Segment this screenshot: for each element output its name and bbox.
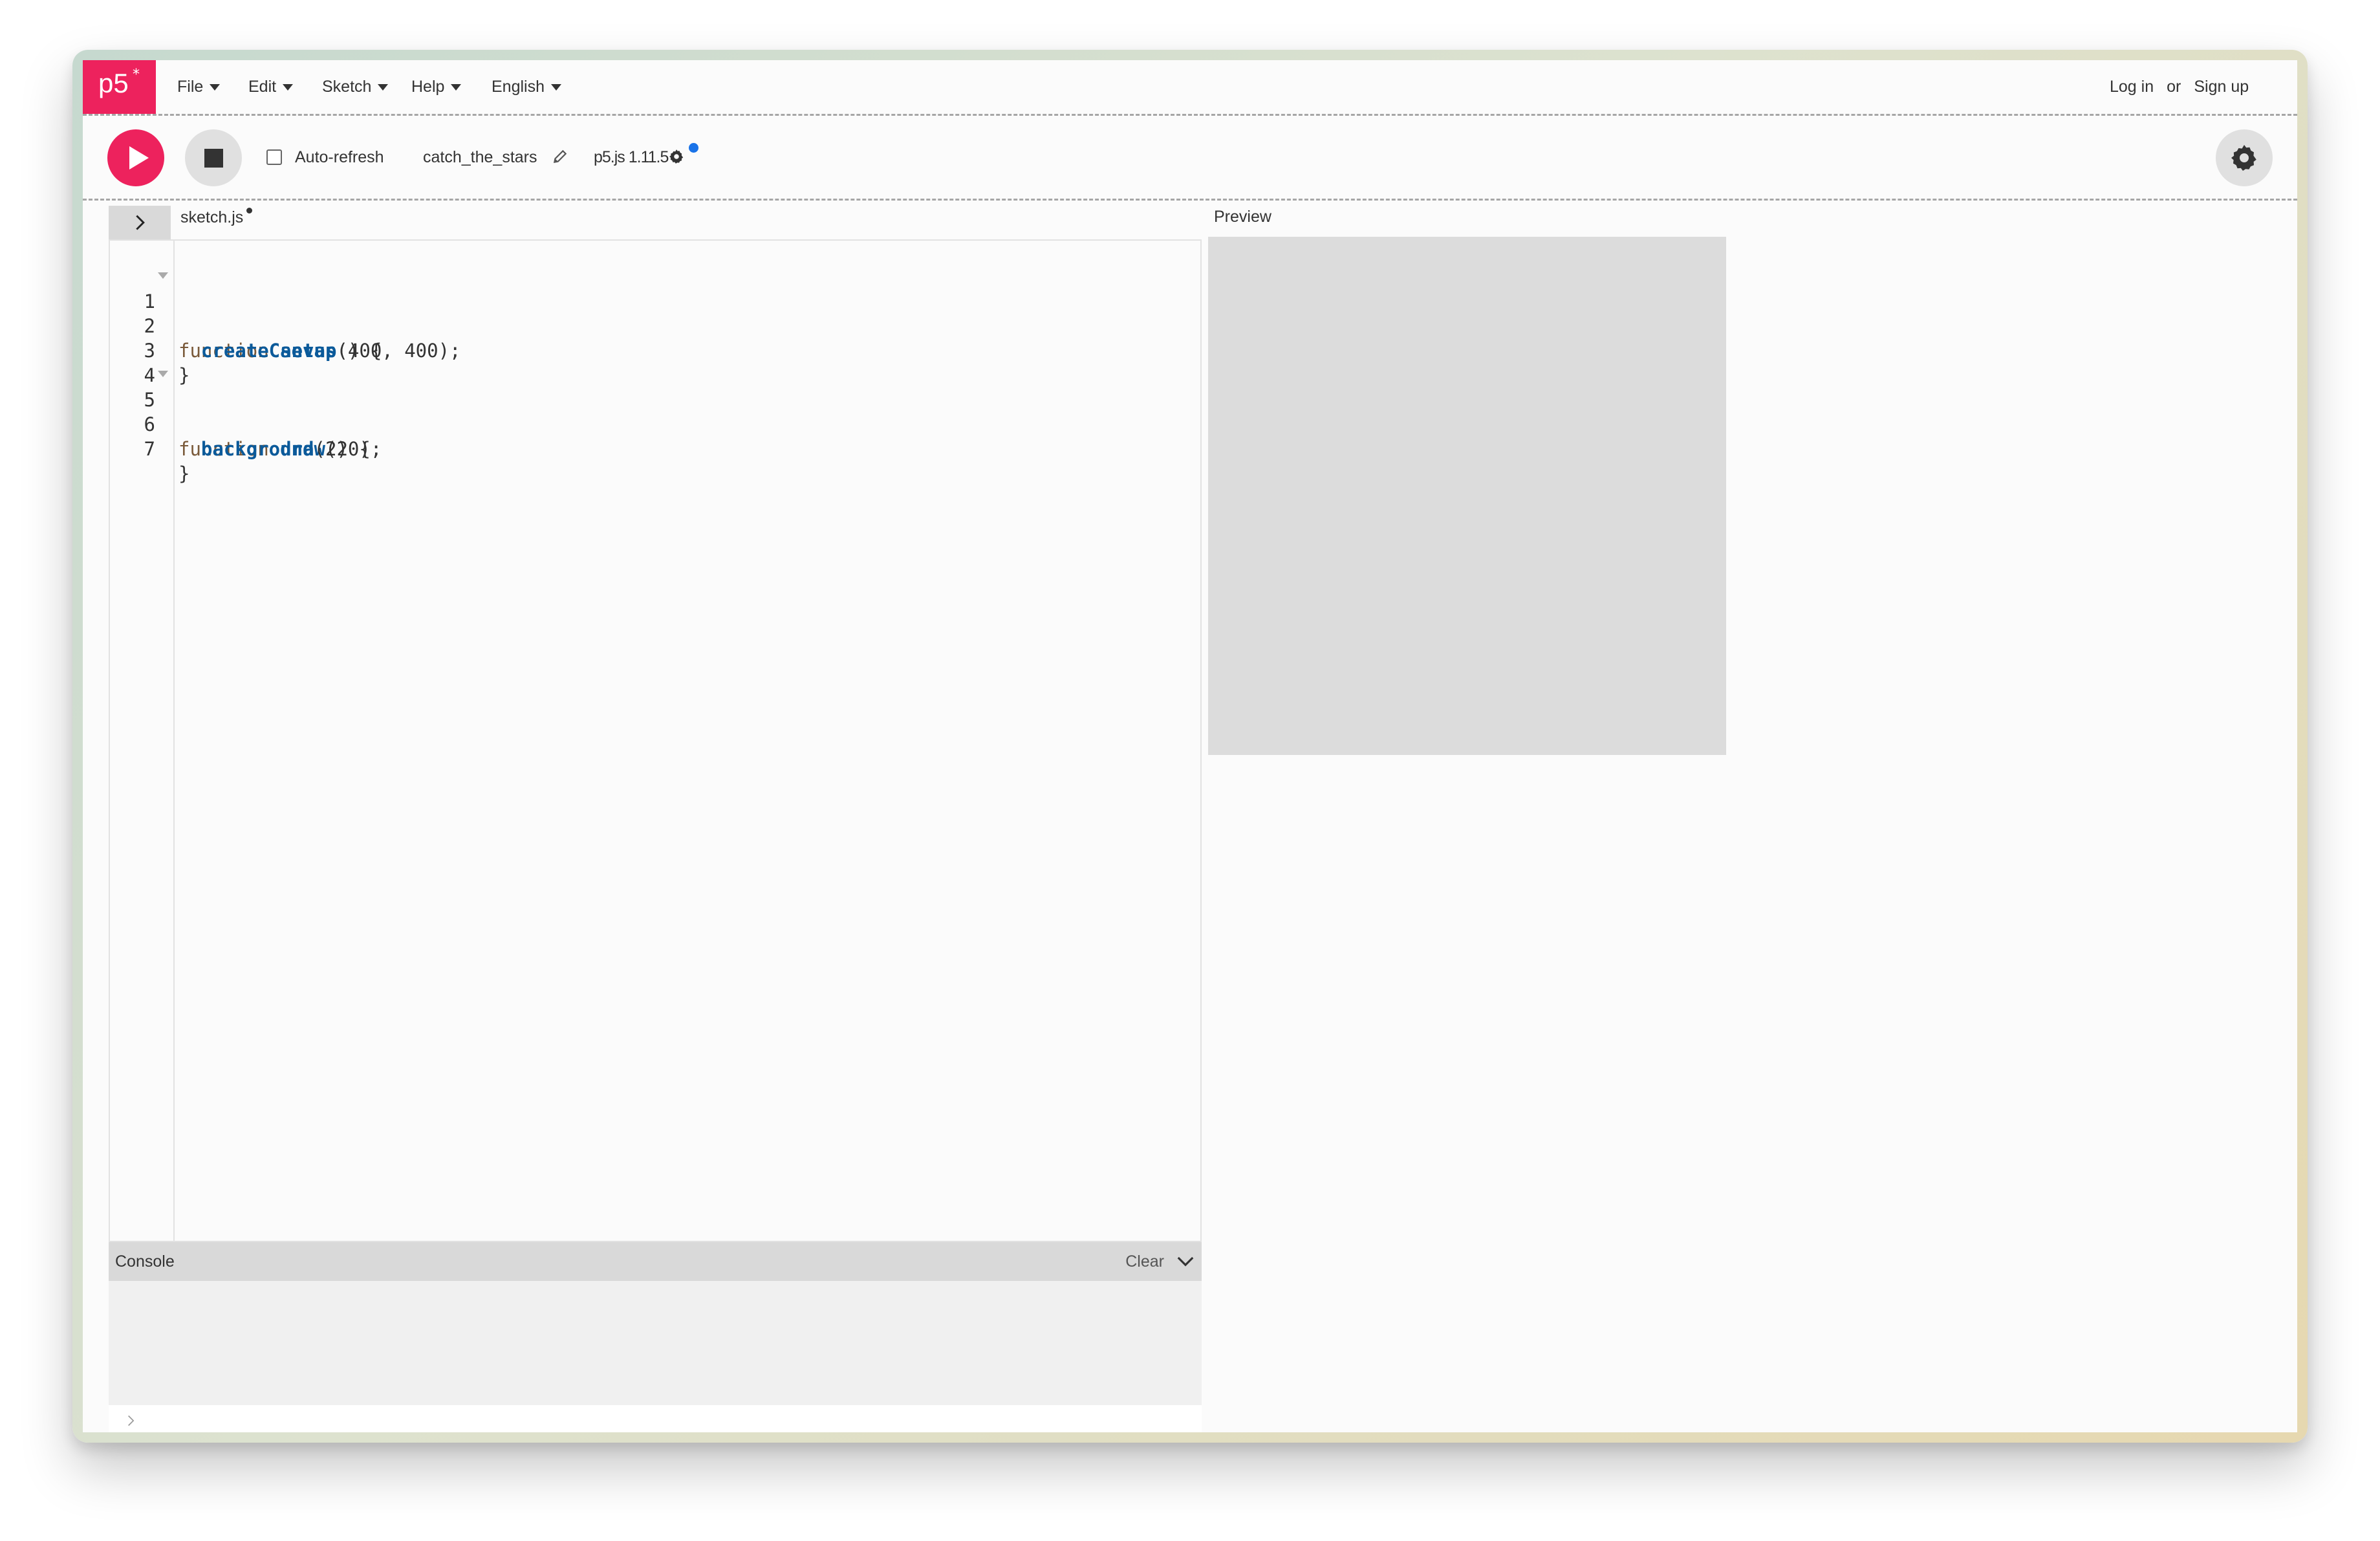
code-rest: (220); [314,438,382,460]
console-output [109,1281,1202,1405]
chevron-right-icon [136,215,145,230]
or-text: or [2167,78,2181,96]
menu-language-label: English [492,78,545,96]
auth-links: Log in or Sign up [2110,60,2249,114]
window-frame: p5 * File Edit Sketch Help English Log i… [72,50,2308,1443]
code-line[interactable]: 5 function draw() { [110,363,371,460]
chevron-down-icon [283,83,294,91]
code-line[interactable]: 4 [110,338,200,386]
code-editor[interactable]: 1 function setup() { 2 createCanvas(400,… [109,239,1202,1242]
code-line[interactable]: 2 createCanvas(400, 400); [110,289,461,362]
login-link[interactable]: Log in [2110,78,2154,96]
console-title: Console [115,1252,175,1271]
chevron-down-icon [451,83,462,91]
console-clear-button[interactable]: Clear [1125,1252,1164,1271]
menu-help-label: Help [411,78,445,96]
file-tab-label: sketch.js [180,208,244,226]
auto-refresh-label[interactable]: Auto-refresh [295,148,384,167]
console-input[interactable] [109,1405,1202,1432]
p5-editor-app: p5 * File Edit Sketch Help English Log i… [83,60,2297,1432]
logo-star: * [133,67,140,83]
chevron-down-icon [210,83,221,91]
code-rest: } [178,463,190,485]
sketch-name[interactable]: catch_the_stars [423,148,537,167]
menu-sketch-label: Sketch [322,78,372,96]
menu-sketch[interactable]: Sketch [322,60,389,114]
code-line[interactable]: 7 } [110,412,200,485]
sidebar-toggle-button[interactable] [109,206,171,239]
stop-button[interactable] [185,129,242,186]
console-header[interactable]: Console Clear [109,1242,1202,1281]
stop-icon [204,149,223,168]
code-line[interactable]: 6 background(220); [110,388,382,460]
toolbar: Auto-refresh catch_the_stars p5.js 1.11.… [83,116,2297,201]
menu-file-label: File [177,78,204,96]
function-name: background [200,438,314,460]
chevron-down-icon[interactable] [1176,1251,1195,1271]
menu-language[interactable]: English [492,60,561,114]
code-rest: (400, 400); [336,340,461,362]
line-number: 7 [144,438,155,460]
menu-file[interactable]: File [177,60,221,114]
function-name: createCanvas [200,340,337,362]
chevron-right-icon [128,1415,135,1426]
p5-version[interactable]: p5.js 1.11.5 [594,148,669,167]
fold-arrow-icon[interactable] [158,371,168,377]
menu-edit[interactable]: Edit [248,60,294,114]
fold-arrow-icon[interactable] [158,272,168,279]
play-icon [129,146,149,169]
settings-button[interactable] [2216,129,2273,186]
preview-canvas[interactable] [1208,237,1726,755]
logo-text: p5 [98,68,129,98]
signup-link[interactable]: Sign up [2194,78,2249,96]
menu-help[interactable]: Help [411,60,462,114]
chevron-down-icon [378,83,389,91]
chevron-down-icon [551,83,561,91]
code-line[interactable]: 1 function setup() { [110,265,382,362]
menu-edit-label: Edit [248,78,277,96]
code-line[interactable]: 3 } [110,314,200,386]
auto-refresh-checkbox[interactable] [266,149,282,165]
gear-icon[interactable] [668,148,685,165]
unsaved-indicator [689,143,698,153]
unsaved-dot [246,208,253,213]
file-tab[interactable]: sketch.js [180,208,253,227]
pencil-icon[interactable] [552,148,568,165]
gear-icon [2231,145,2256,171]
preview-label: Preview [1214,208,1271,226]
p5-logo[interactable]: p5 * [83,60,156,114]
play-button[interactable] [107,129,164,186]
top-nav: p5 * File Edit Sketch Help English Log i… [83,60,2297,116]
